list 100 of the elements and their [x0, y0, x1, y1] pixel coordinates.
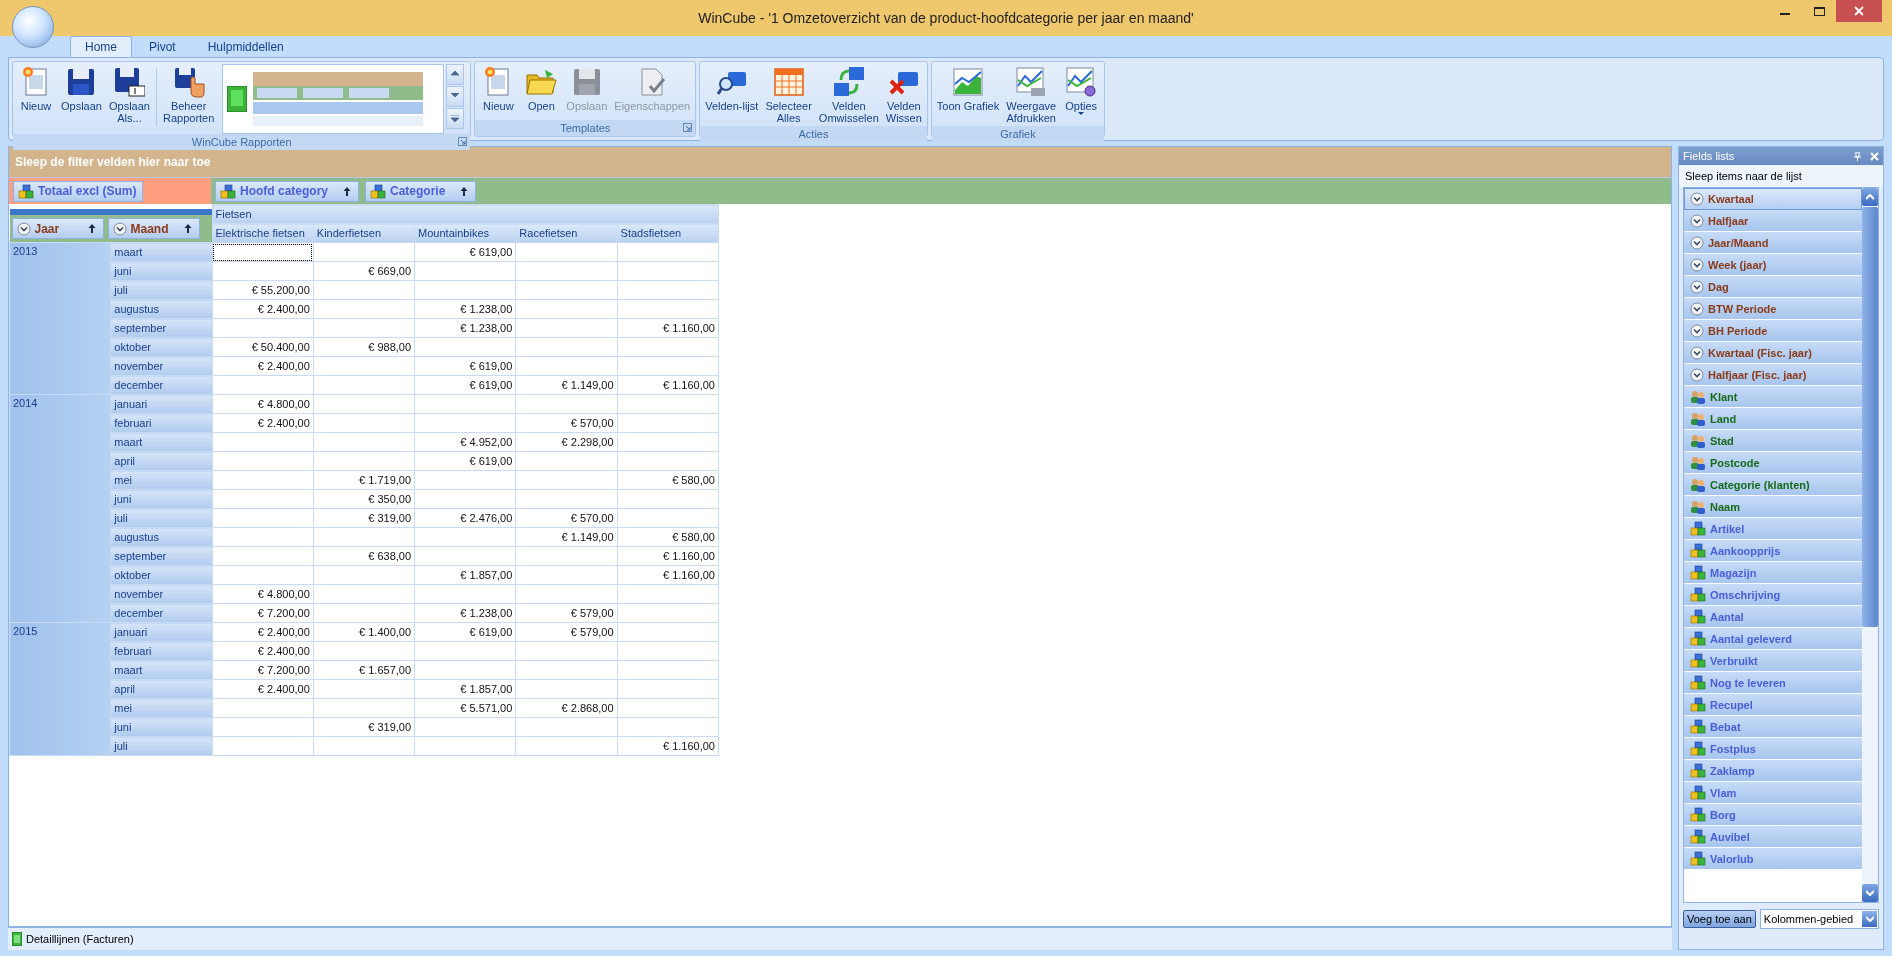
close-button[interactable]: [1836, 0, 1882, 22]
ribbon-button[interactable]: Selecteer Alles: [762, 64, 815, 126]
clock-icon: [1690, 257, 1704, 272]
ribbon-tab[interactable]: Home: [70, 36, 132, 57]
table-cell: € 2.400,00: [212, 622, 314, 642]
scrollbar[interactable]: [1862, 188, 1878, 902]
gallery-scroll-up-button[interactable]: [446, 64, 465, 85]
table-cell: € 1.160,00: [617, 736, 719, 756]
table-cell: € 570,00: [515, 508, 618, 528]
floppy-disk-field-icon: [113, 66, 146, 98]
field-list-item[interactable]: Zaklamp: [1684, 760, 1862, 782]
add-to-button[interactable]: Voeg toe aan: [1683, 910, 1756, 928]
field-list-item[interactable]: Naam: [1684, 496, 1862, 518]
ribbon-button[interactable]: Nieuw: [15, 64, 57, 114]
field-list-item[interactable]: Dag: [1684, 276, 1862, 298]
ribbon-button[interactable]: Velden Omwisselen: [815, 64, 882, 126]
ribbon-button[interactable]: Beheer Rapporten: [159, 64, 218, 126]
maximize-icon: [1813, 6, 1825, 16]
pivot-field-button[interactable]: Totaal excl (Sum): [13, 180, 144, 202]
field-list-item[interactable]: Artikel: [1684, 518, 1862, 540]
field-list-item[interactable]: Omschrijving: [1684, 584, 1862, 606]
field-list-item[interactable]: Auvibel: [1684, 826, 1862, 848]
field-list-item[interactable]: Postcode: [1684, 452, 1862, 474]
scroll-up-icon: [451, 71, 460, 78]
cubes-icon: [1690, 807, 1706, 822]
field-list-item[interactable]: Bebat: [1684, 716, 1862, 738]
gallery-expand-button[interactable]: [446, 108, 465, 129]
field-list-item[interactable]: Week (jaar): [1684, 254, 1862, 276]
table-cell: € 638,00: [313, 546, 415, 566]
field-list-item[interactable]: Stad: [1684, 430, 1862, 452]
table-cell: € 619,00: [414, 242, 516, 262]
gallery-scroll-down-button[interactable]: [446, 86, 465, 107]
field-list-item[interactable]: Kwartaal (Fisc. jaar): [1684, 342, 1862, 364]
ribbon-tab[interactable]: Hulpmiddellen: [192, 36, 299, 57]
cubes-icon: [1690, 565, 1706, 580]
field-list-item[interactable]: Magazijn: [1684, 562, 1862, 584]
table-cell: € 1.238,00: [414, 299, 516, 319]
pivot-field-button[interactable]: Categorie: [365, 180, 477, 202]
cubes-icon: [1690, 543, 1706, 558]
cubes-icon: [18, 183, 34, 199]
field-list-item[interactable]: Jaar/Maand: [1684, 232, 1862, 254]
pivot-field-button[interactable]: Jaar: [11, 218, 104, 239]
target-area-dropdown[interactable]: Kolommen-gebied: [1759, 909, 1879, 929]
ribbon-button[interactable]: Opslaan: [58, 64, 105, 114]
field-list-item[interactable]: Halfjaar: [1684, 210, 1862, 232]
people-icon: [1690, 499, 1706, 514]
field-list-item[interactable]: Recupel: [1684, 694, 1862, 716]
field-list-item[interactable]: Vlam: [1684, 782, 1862, 804]
year-header: 2015: [9, 622, 111, 756]
chart-gear-icon: [1065, 66, 1098, 98]
field-list-item[interactable]: Kwartaal: [1684, 188, 1862, 210]
pivot-field-button[interactable]: Maand: [107, 218, 200, 239]
table-cell: € 55.200,00: [212, 280, 314, 300]
ribbon-button[interactable]: Toon Grafiek: [933, 64, 1003, 114]
pivot-field-button[interactable]: Hoofd category: [215, 180, 359, 202]
year-header: 2014: [9, 394, 111, 623]
ribbon-button[interactable]: Velden Wissen: [882, 64, 925, 126]
scroll-thumb[interactable]: [1862, 207, 1878, 627]
clock-icon: [1690, 279, 1704, 294]
table-cell: € 2.298,00: [515, 432, 618, 452]
ribbon-button[interactable]: Open: [520, 64, 563, 114]
cubes-icon: [1690, 653, 1706, 668]
field-list-item[interactable]: BH Periode: [1684, 320, 1862, 342]
scroll-up-button[interactable]: [1862, 188, 1878, 206]
sort-arrow-icon: [342, 185, 352, 197]
field-list-item[interactable]: Nog te leveren: [1684, 672, 1862, 694]
field-list-item[interactable]: Categorie (klanten): [1684, 474, 1862, 496]
ribbon-tab[interactable]: Pivot: [134, 36, 191, 57]
field-list-item[interactable]: Fostplus: [1684, 738, 1862, 760]
report-icon: [12, 932, 22, 946]
ribbon-button[interactable]: Weergave Afdrukken: [1003, 64, 1060, 126]
ribbon-button[interactable]: Opslaan Als...: [106, 64, 153, 126]
field-list-item[interactable]: Aantal geleverd: [1684, 628, 1862, 650]
field-list-item[interactable]: Aantal: [1684, 606, 1862, 628]
ribbon-button[interactable]: Nieuw: [477, 64, 520, 114]
field-list-item[interactable]: Aankoopprijs: [1684, 540, 1862, 562]
people-icon: [1690, 389, 1706, 404]
table-cell: € 4.800,00: [212, 584, 314, 604]
ribbon-group-label: Acties: [700, 126, 927, 142]
scroll-down-button[interactable]: [1862, 884, 1878, 902]
sort-arrow-icon: [86, 223, 97, 234]
field-list-item[interactable]: Borg: [1684, 804, 1862, 826]
app-menu-button[interactable]: [12, 6, 54, 48]
ribbon-button[interactable]: Opties: [1060, 64, 1103, 120]
table-cell: € 1.160,00: [617, 546, 719, 566]
table-cell: € 2.476,00: [414, 508, 516, 528]
field-list-item[interactable]: BTW Periode: [1684, 298, 1862, 320]
field-list-item[interactable]: Land: [1684, 408, 1862, 430]
table-cell: € 580,00: [617, 470, 719, 490]
ribbon-button[interactable]: Velden-lijst: [702, 64, 762, 114]
field-list-item[interactable]: Halfjaar (Fisc. jaar): [1684, 364, 1862, 386]
year-header: 2013: [9, 242, 111, 395]
field-list-item[interactable]: Klant: [1684, 386, 1862, 408]
field-list-item[interactable]: Valorlub: [1684, 848, 1862, 870]
table-cell: € 1.400,00: [313, 622, 415, 642]
cubes-icon: [1690, 785, 1706, 800]
table-cell: € 1.149,00: [515, 375, 618, 395]
month-header: maart: [110, 242, 213, 262]
field-list-item[interactable]: Verbruikt: [1684, 650, 1862, 672]
clock-icon: [1690, 213, 1704, 228]
